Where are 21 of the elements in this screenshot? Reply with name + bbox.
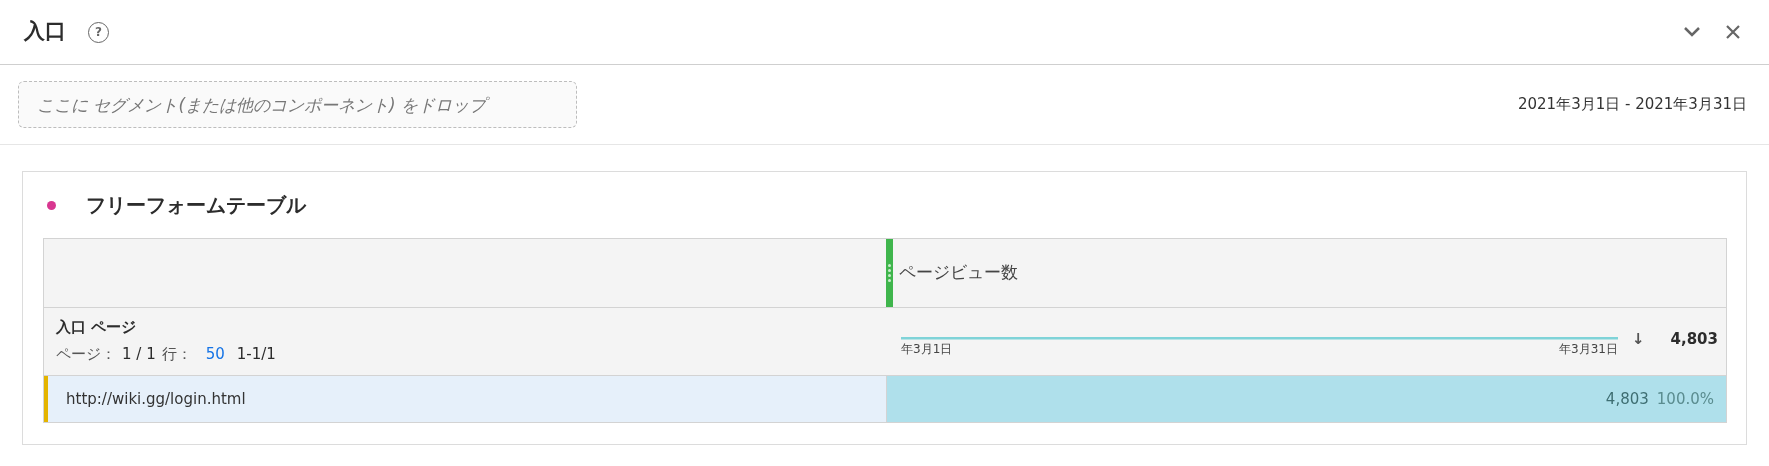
rows-label: 行： <box>161 343 192 365</box>
percent-value: 100.0% <box>1656 388 1714 410</box>
dimension-label: 入口 ページ <box>56 317 138 338</box>
metric-value: 4,803 <box>1605 388 1649 410</box>
sparkline-start-label: 年3月1日 <box>901 341 953 358</box>
row-range: 1-1/1 <box>236 343 276 365</box>
date-range[interactable]: 2021年3月1日 - 2021年3月31日 <box>1518 93 1747 116</box>
page-label: ページ： <box>56 343 116 365</box>
total-value: 4,803 <box>1670 329 1718 350</box>
table-title: フリーフォームテーブル <box>86 192 306 219</box>
page-count: 1 / 1 <box>122 343 156 365</box>
table-cell[interactable]: http://wiki.gg/login.html <box>44 376 886 422</box>
column-header[interactable]: ページビュー数 <box>899 260 1018 286</box>
column-resize-handle[interactable] <box>886 239 893 307</box>
rows-link[interactable]: 50 <box>205 342 225 365</box>
sparkline-end-label: 年3月31日 <box>1559 341 1618 358</box>
close-icon[interactable] <box>1725 24 1741 40</box>
segment-drop-field[interactable]: ここに セグメント(または他のコンポーネント) をドロップ <box>18 81 577 128</box>
chevron-down-icon[interactable] <box>1683 26 1701 38</box>
panel-title: 入口 <box>24 18 66 46</box>
sort-descending-icon[interactable]: ↓ <box>1632 328 1645 351</box>
